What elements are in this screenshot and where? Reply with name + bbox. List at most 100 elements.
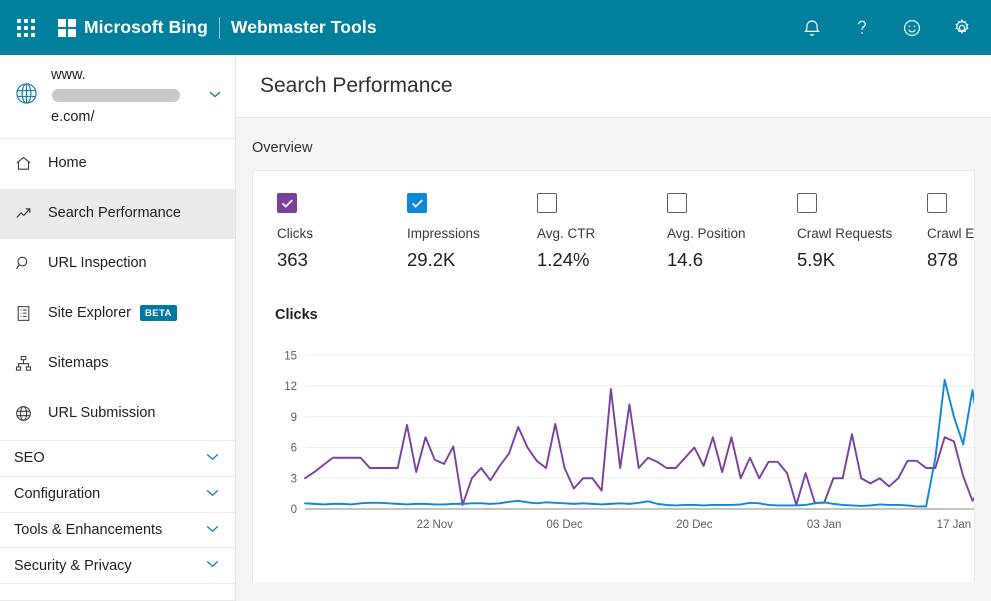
y-axis-tick: 12 <box>284 381 297 393</box>
chevron-down-icon <box>204 484 221 505</box>
metric-label: Crawl Requests <box>797 226 927 241</box>
metric-crawl-requests[interactable]: Crawl Requests 5.9K <box>797 193 927 271</box>
main-content: Search Performance Overview Clicks 363 <box>236 55 991 601</box>
y-axis-tick: 6 <box>291 443 297 455</box>
site-selector[interactable]: www. e.com/ <box>0 55 235 139</box>
brand[interactable]: Microsoft Bing Webmaster Tools <box>58 17 377 39</box>
sidebar-item-label: Search Performance <box>48 205 181 221</box>
metric-checkbox-crawl-errors[interactable] <box>927 193 947 213</box>
chart-title: Clicks <box>275 307 974 323</box>
page-title: Search Performance <box>260 74 453 98</box>
sidebar-bottom-divider <box>0 583 235 601</box>
microsoft-logo-icon <box>58 19 76 37</box>
metric-label: Clicks <box>277 226 407 241</box>
metric-value: 29.2K <box>407 249 537 271</box>
metric-label: Crawl Erro <box>927 226 975 241</box>
home-icon <box>14 154 40 173</box>
x-axis-tick: 03 Jan <box>807 519 842 531</box>
notifications-icon[interactable] <box>801 17 823 39</box>
overview-card: Clicks 363 Impressions 29.2K Avg. CTR 1. <box>252 170 975 582</box>
sidebar-item-label: URL Inspection <box>48 255 147 271</box>
metric-value: 5.9K <box>797 249 927 271</box>
metric-value: 1.24% <box>537 249 667 271</box>
sidebar-item-label: Sitemaps <box>48 355 108 371</box>
x-axis-tick: 06 Dec <box>546 519 583 531</box>
chevron-down-icon <box>204 555 221 576</box>
page-header: Search Performance <box>236 55 991 118</box>
chevron-down-icon[interactable] <box>207 86 223 107</box>
metric-avg-ctr[interactable]: Avg. CTR 1.24% <box>537 193 667 271</box>
clicks-impressions-line-chart[interactable]: 0 3 6 9 12 15 22 Nov 06 Dec 20 Dec 03 Jan 17 Jan <box>275 337 975 537</box>
sidebar-item-label: Home <box>48 155 87 171</box>
sidebar-item-site-explorer[interactable]: Site Explorer BETA <box>0 289 235 339</box>
series-line-clicks <box>305 389 975 505</box>
metric-impressions[interactable]: Impressions 29.2K <box>407 193 537 271</box>
metric-checkbox-avg-position[interactable] <box>667 193 687 213</box>
sitemap-icon <box>14 354 40 373</box>
metric-crawl-errors[interactable]: Crawl Erro 878 <box>927 193 975 271</box>
product-name: Webmaster Tools <box>231 17 377 38</box>
y-axis-tick: 3 <box>291 473 297 485</box>
sidebar-group-security-privacy[interactable]: Security & Privacy <box>0 547 235 583</box>
y-axis-tick: 0 <box>291 504 297 516</box>
top-bar: Microsoft Bing Webmaster Tools <box>0 0 991 55</box>
brand-name: Microsoft Bing <box>84 17 208 38</box>
metric-label: Avg. CTR <box>537 226 667 241</box>
x-axis-tick: 22 Nov <box>417 519 454 531</box>
app-shell: www. e.com/ Home <box>0 55 991 601</box>
search-icon <box>14 254 40 273</box>
y-axis-tick: 15 <box>284 350 297 362</box>
app-launcher-icon[interactable] <box>12 14 40 42</box>
chevron-down-icon <box>204 448 221 469</box>
y-axis-tick: 9 <box>291 412 297 424</box>
metric-label: Impressions <box>407 226 537 241</box>
sidebar-group-tools-enhancements[interactable]: Tools & Enhancements <box>0 512 235 548</box>
metric-checkbox-clicks[interactable] <box>277 193 297 213</box>
metric-value: 363 <box>277 249 407 271</box>
topbar-actions <box>801 17 973 39</box>
sidebar-group-configuration[interactable]: Configuration <box>0 476 235 512</box>
brand-divider <box>219 17 220 39</box>
metric-checkbox-avg-ctr[interactable] <box>537 193 557 213</box>
site-url: www. e.com/ <box>51 65 201 128</box>
chart-container: Clicks 0 3 6 9 12 15 22 Nov 06 Dec 20 Dec 03 Jan 1… <box>253 271 974 537</box>
x-axis-tick: 17 Jan <box>937 519 972 531</box>
metric-label: Avg. Position <box>667 226 797 241</box>
sidebar-group-label: SEO <box>14 450 45 466</box>
sidebar-item-search-performance[interactable]: Search Performance <box>0 189 235 239</box>
metric-checkbox-crawl-requests[interactable] <box>797 193 817 213</box>
metric-checkbox-impressions[interactable] <box>407 193 427 213</box>
site-url-prefix: www. <box>51 67 86 83</box>
redaction-bar <box>52 89 180 102</box>
sidebar-group-label: Configuration <box>14 486 100 502</box>
chevron-down-icon <box>204 520 221 541</box>
sidebar-item-label: URL Submission <box>48 405 155 421</box>
series-line-impressions <box>305 380 975 507</box>
site-url-suffix: e.com/ <box>51 109 95 125</box>
x-axis-tick: 20 Dec <box>676 519 713 531</box>
sidebar-group-label: Tools & Enhancements <box>14 522 162 538</box>
sidebar-item-home[interactable]: Home <box>0 139 235 189</box>
sidebar: www. e.com/ Home <box>0 55 236 601</box>
sidebar-group-seo[interactable]: SEO <box>0 440 235 476</box>
help-icon[interactable] <box>851 17 873 39</box>
sidebar-item-url-inspection[interactable]: URL Inspection <box>0 239 235 289</box>
sidebar-item-sitemaps[interactable]: Sitemaps <box>0 339 235 389</box>
settings-icon[interactable] <box>951 17 973 39</box>
sidebar-nav: Home Search Performance <box>0 139 235 439</box>
feedback-icon[interactable] <box>901 17 923 39</box>
metric-selector-row: Clicks 363 Impressions 29.2K Avg. CTR 1. <box>253 193 974 271</box>
metric-value: 14.6 <box>667 249 797 271</box>
list-icon <box>14 304 40 323</box>
sidebar-group-label: Security & Privacy <box>14 558 132 574</box>
globe-icon <box>14 404 40 423</box>
sidebar-item-url-submission[interactable]: URL Submission <box>0 389 235 439</box>
metric-clicks[interactable]: Clicks 363 <box>277 193 407 271</box>
trend-up-icon <box>14 204 40 223</box>
globe-icon <box>14 81 39 111</box>
beta-badge: BETA <box>140 305 177 321</box>
sidebar-item-label: Site Explorer <box>48 305 131 321</box>
metric-avg-position[interactable]: Avg. Position 14.6 <box>667 193 797 271</box>
content-area: Overview Clicks 363 <box>236 118 991 601</box>
metric-value: 878 <box>927 249 975 271</box>
